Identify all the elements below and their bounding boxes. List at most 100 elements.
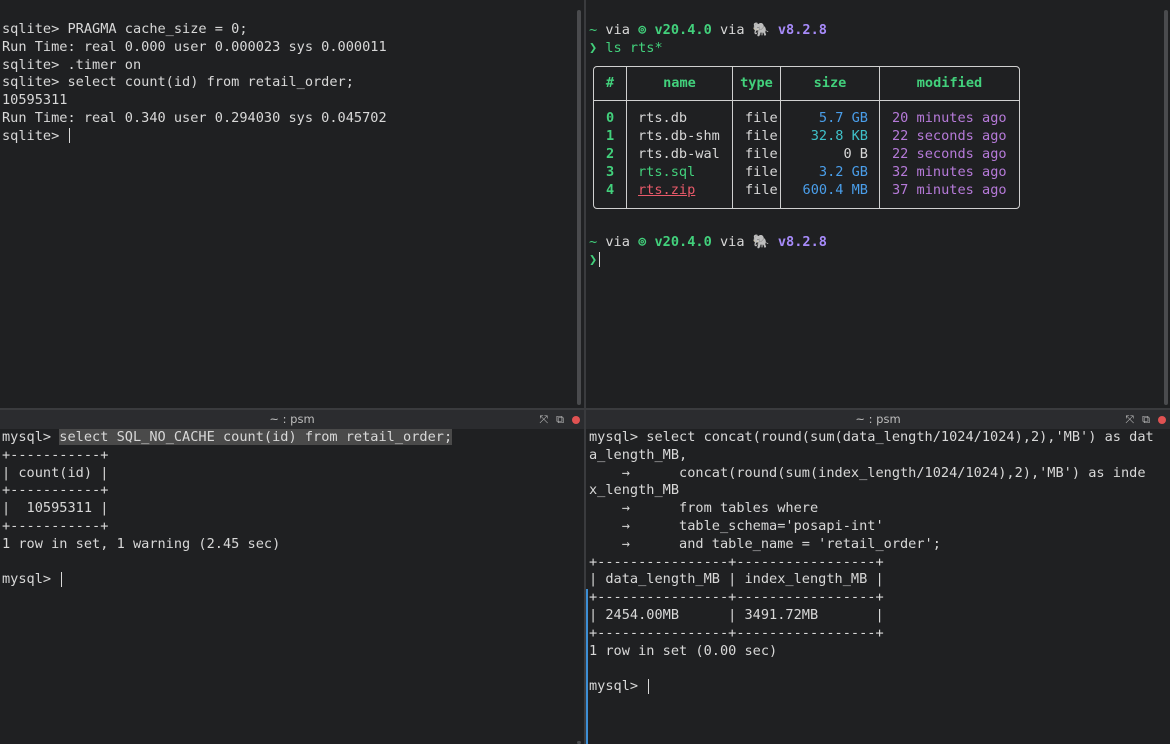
mysql-terminal-pane-left[interactable]: mysql> select SQL_NO_CACHE count(id) fro… xyxy=(0,429,584,744)
col-header-modified: modified xyxy=(916,75,983,91)
table-cell-name: rts.db-wal xyxy=(638,146,720,162)
table-cell-type: file xyxy=(745,128,778,144)
table-cell-index: 2 xyxy=(606,146,615,162)
pane-title: ~ : psm xyxy=(269,412,315,426)
terminal-line: mysql> select concat(round(sum(data_leng… xyxy=(589,429,1154,445)
shell-input-line[interactable]: ❯ xyxy=(589,252,827,270)
terminal-line: → and table_name = 'retail_order'; xyxy=(589,535,941,552)
col-header-index: # xyxy=(605,75,615,91)
table-cell-index: 0 xyxy=(606,110,615,126)
maximize-icon[interactable]: ⤧ xyxy=(539,410,548,429)
node-icon: ⊚ xyxy=(638,234,655,250)
node-version: v20.4.0 xyxy=(654,22,712,38)
node-icon: ⊚ xyxy=(638,22,655,38)
mysql-prompt: mysql> xyxy=(2,571,60,588)
php-icon: 🐘 xyxy=(752,234,778,250)
terminal-prompt-line[interactable]: mysql> xyxy=(2,571,452,589)
php-version: v8.2.8 xyxy=(777,234,827,250)
shell-command: ls rts* xyxy=(597,39,663,56)
terminal-line: 1 row in set (0.00 sec) xyxy=(589,642,778,659)
table-cell-name: rts.sql xyxy=(638,164,696,180)
terminal-line: +-----------+ xyxy=(2,482,109,499)
table-cell-size: 0 B xyxy=(843,146,868,162)
text-cursor xyxy=(61,571,63,587)
table-cell-modified: 32 minutes ago xyxy=(892,164,1007,180)
terminal-line: a_length_MB, xyxy=(589,446,688,463)
close-icon[interactable] xyxy=(572,415,580,424)
text-cursor xyxy=(599,252,601,268)
close-icon[interactable] xyxy=(1158,415,1166,424)
selected-query: select SQL_NO_CACHE count(id) from retai… xyxy=(59,429,453,445)
shell-prompt-info: ~ via ⊚ v20.4.0 via 🐘 v8.2.8 xyxy=(589,22,827,38)
table-cell-size: 5.7 GB xyxy=(818,110,868,126)
terminal-line: | 2454.00MB | 3491.72MB | xyxy=(589,606,884,623)
terminal-line: +----------------+-----------------+ xyxy=(589,589,884,606)
pane-title: ~ : psm xyxy=(855,412,901,426)
terminal-line: → table_schema='posapi-int' xyxy=(589,517,884,534)
table-cell-modified: 20 minutes ago xyxy=(892,110,1007,126)
php-version: v8.2.8 xyxy=(777,22,827,38)
terminal-line: | count(id) | xyxy=(2,464,109,481)
terminal-line: 10595311 xyxy=(2,92,68,109)
prompt-arrow-icon: ❯ xyxy=(589,39,598,56)
mysql-prompt: mysql> xyxy=(589,678,647,695)
terminal-line: → concat(round(sum(index_length/1024/102… xyxy=(589,464,1146,481)
terminal-line: +-----------+ xyxy=(2,446,109,463)
table-cell-index: 4 xyxy=(606,182,615,198)
terminal-line: sqlite> select count(id) from retail_ord… xyxy=(2,74,354,91)
text-cursor xyxy=(648,678,650,694)
terminal-line: 1 row in set, 1 warning (2.45 sec) xyxy=(2,535,281,552)
terminal-line: sqlite> .timer on xyxy=(2,56,142,73)
shell-command-line: ❯ ls rts* xyxy=(589,40,827,58)
table-cell-index: 3 xyxy=(606,164,615,180)
table-cell-type: file xyxy=(745,146,778,162)
terminal-line: sqlite> PRAGMA cache_size = 0; xyxy=(2,21,248,37)
prompt-arrow-icon: ❯ xyxy=(589,251,598,268)
terminal-line: +-----------+ xyxy=(2,517,109,534)
float-icon[interactable]: ⧉ xyxy=(556,410,564,429)
terminal-prompt-line[interactable]: sqlite> xyxy=(2,128,387,146)
maximize-icon[interactable]: ⤧ xyxy=(1125,410,1134,429)
pane-titlebar[interactable]: ~ : psm ⤧ ⧉ xyxy=(0,410,584,429)
table-cell-type: file xyxy=(745,164,778,180)
table-cell-index: 1 xyxy=(606,128,615,144)
active-pane-indicator xyxy=(586,589,588,744)
php-icon: 🐘 xyxy=(752,22,778,38)
table-cell-type: file xyxy=(745,110,778,126)
text-cursor xyxy=(69,128,71,144)
table-cell-modified: 37 minutes ago xyxy=(892,182,1007,198)
table-cell-size: 600.4 MB xyxy=(802,182,868,198)
terminal-prompt-line[interactable]: mysql> xyxy=(589,678,1154,696)
table-cell-size: 32.8 KB xyxy=(810,128,868,144)
table-cell-name: rts.db-shm xyxy=(638,128,720,144)
table-cell-type: file xyxy=(745,182,778,198)
terminal-command-line: mysql> select SQL_NO_CACHE count(id) fro… xyxy=(2,429,453,447)
scrollbar[interactable] xyxy=(577,10,581,405)
table-cell-modified: 22 seconds ago xyxy=(892,146,1007,162)
table-cell-name: rts.db xyxy=(638,110,688,126)
mysql-prompt: mysql> xyxy=(2,429,60,445)
col-header-size: size xyxy=(813,75,847,91)
terminal-line: +----------------+-----------------+ xyxy=(589,624,884,641)
sqlite-terminal-pane[interactable]: sqlite> PRAGMA cache_size = 0; Run Time:… xyxy=(0,0,584,408)
mysql-terminal-pane-right[interactable]: mysql> select concat(round(sum(data_leng… xyxy=(586,429,1170,744)
ls-output-table: # name type size modified 0 rts.db file … xyxy=(593,66,1020,209)
terminal-line: | data_length_MB | index_length_MB | xyxy=(589,571,884,588)
terminal-line: Run Time: real 0.000 user 0.000023 sys 0… xyxy=(2,38,387,55)
terminal-line: +----------------+-----------------+ xyxy=(589,553,884,570)
terminal-line: → from tables where xyxy=(589,500,819,517)
pane-titlebar[interactable]: ~ : psm ⤧ ⧉ xyxy=(586,410,1170,429)
float-icon[interactable]: ⧉ xyxy=(1142,410,1150,429)
table-cell-size: 3.2 GB xyxy=(818,164,868,180)
shell-prompt-info: ~ via ⊚ v20.4.0 via 🐘 v8.2.8 xyxy=(589,234,827,250)
terminal-line: Run Time: real 0.340 user 0.294030 sys 0… xyxy=(2,109,387,126)
table-cell-name: rts.zip xyxy=(638,182,696,198)
col-header-type: type xyxy=(740,75,773,91)
terminal-line: | 10595311 | xyxy=(2,500,109,517)
sqlite-prompt: sqlite> xyxy=(2,127,68,144)
scrollbar[interactable] xyxy=(1164,10,1168,405)
table-cell-modified: 22 seconds ago xyxy=(892,128,1007,144)
col-header-name: name xyxy=(663,75,696,91)
